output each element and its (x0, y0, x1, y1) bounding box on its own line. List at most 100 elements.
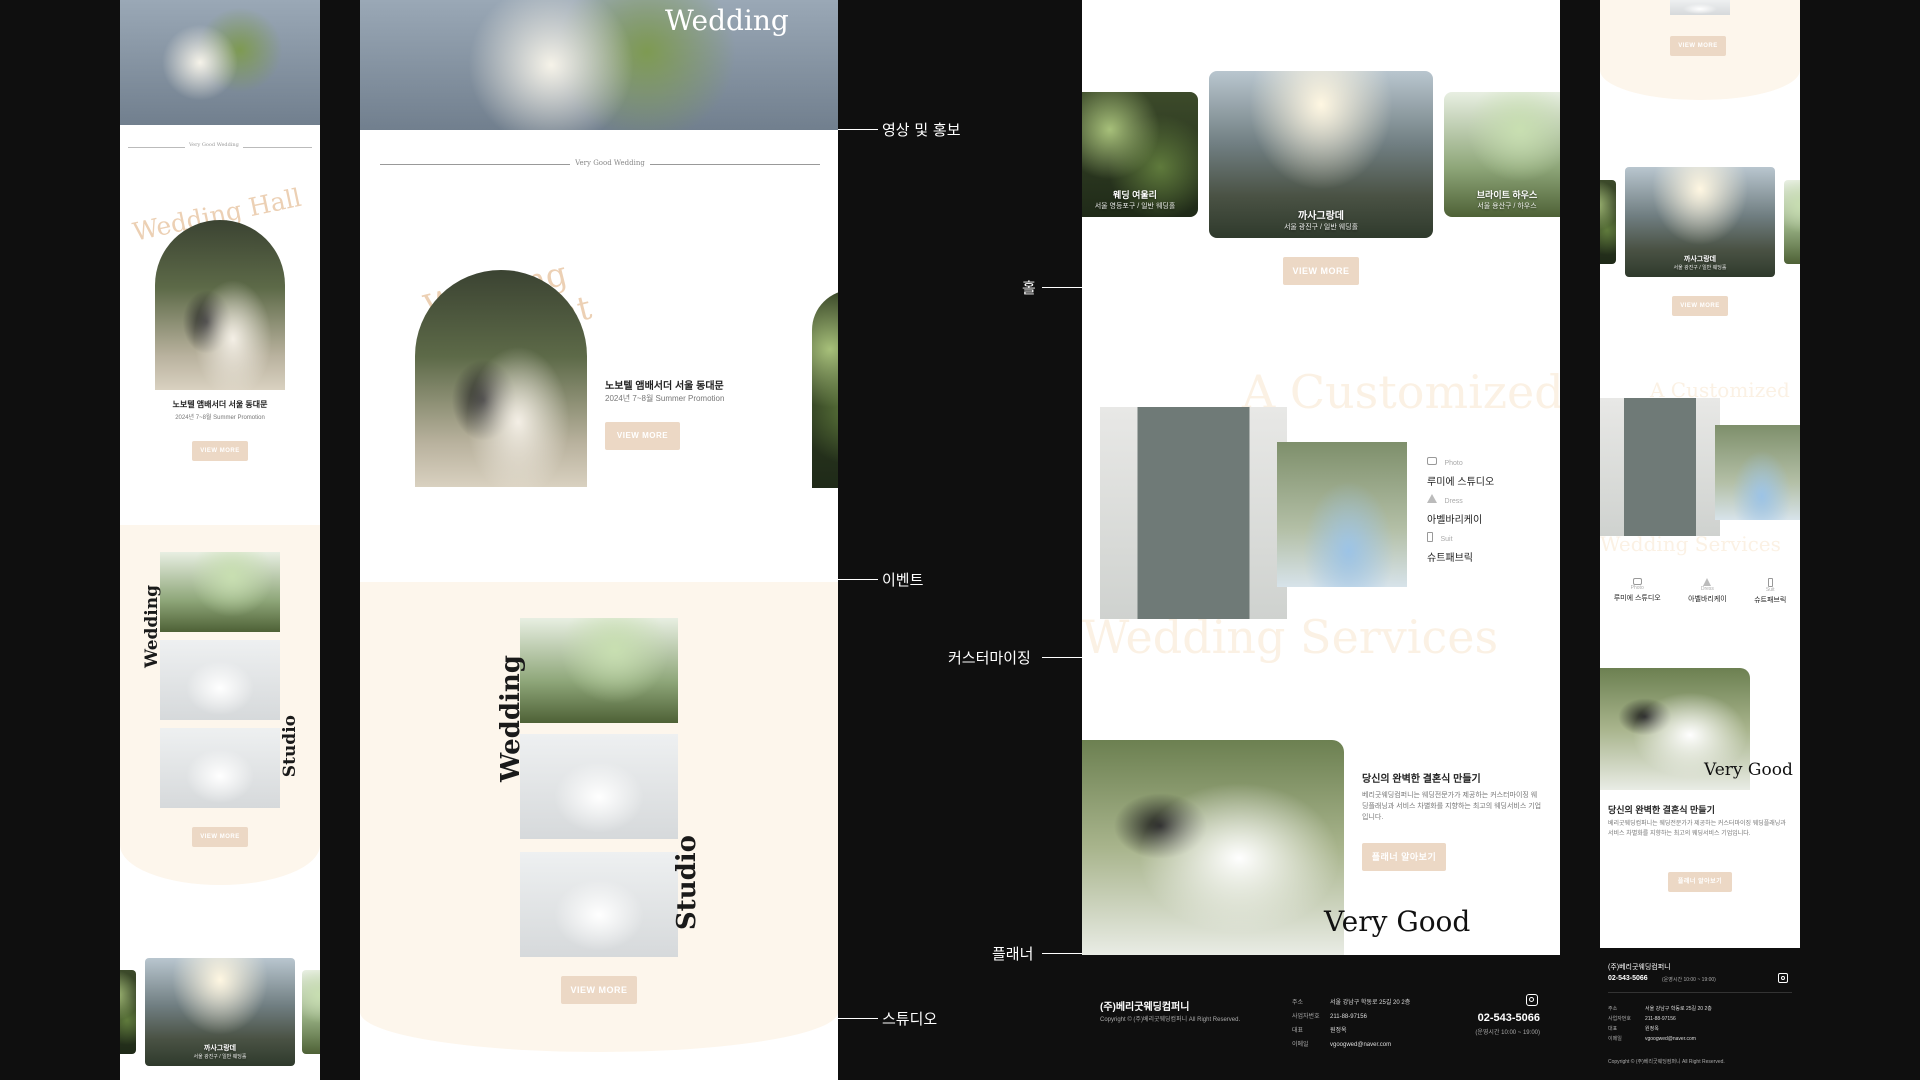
footer-val[interactable]: vgoogwed@naver.com (1330, 1042, 1391, 1048)
event-venue: 노보텔 앰배서더 서울 동대문 (172, 400, 268, 409)
event-view-more-button[interactable]: VIEW MORE (605, 422, 680, 450)
custom-item-dress[interactable]: Dress 아벨바리케이 (1688, 578, 1727, 605)
label-customizing: 커스터마이징 (948, 649, 1031, 667)
mobile-preview-right: VIEW MORE 까사그랑데 서울 광진구 / 일반 웨딩홀 VIEW MORE… (1600, 0, 1800, 1080)
planner-button[interactable]: 플래너 알아보기 (1668, 872, 1732, 892)
footer-copyright: Copyright © (주)베리굿웨딩컴퍼니 All Right Reserv… (1100, 1017, 1241, 1023)
footer-phone[interactable]: 02-543-5066 (1608, 975, 1648, 982)
studio-image-1 (520, 618, 678, 723)
event-view-more-button[interactable]: VIEW MORE (192, 441, 248, 461)
planner-overlay-text: Very Good (1324, 905, 1471, 938)
studio-image-peek (1670, 0, 1730, 15)
hero-title: Wedding (665, 4, 789, 37)
footer-val: 211-88-97156 (1645, 1016, 1676, 1022)
label-line-hall (1042, 287, 1082, 288)
custom-item-name: 루미에 스튜디오 (1613, 595, 1661, 602)
custom-image-1 (1600, 398, 1720, 536)
event-divider-left (380, 164, 570, 165)
studio-word-wedding: Wedding (496, 655, 526, 782)
studio-image-3 (520, 852, 678, 957)
planner-body: 베리굿웨딩컴퍼니는 웨딩전문가가 제공하는 커스터마이징 웨딩플래닝과 서비스 … (1362, 792, 1542, 821)
hall-view-more-button[interactable]: VIEW MORE (1283, 257, 1359, 285)
footer-val: 원정옥 (1330, 1028, 1347, 1034)
event-eyebrow: Very Good Wedding (575, 159, 645, 167)
planner-button[interactable]: 플래너 알아보기 (1362, 843, 1446, 871)
custom-items-row: Photo 루미에 스튜디오 Dress 아벨바리케이 Suit 슈트패브릭 (1600, 578, 1800, 605)
custom-bg-top: A Customized (1242, 365, 1560, 419)
custom-item-type: Dress (1444, 498, 1463, 505)
hall-view-more-button[interactable]: VIEW MORE (1672, 296, 1728, 316)
footer-val: 원정옥 (1645, 1026, 1659, 1032)
footer-company: (주)베리굿웨딩컴퍼니 (1608, 964, 1671, 971)
planner-image (1082, 740, 1344, 955)
footer-key: 이메일 (1292, 1042, 1309, 1048)
custom-item-name: 루미에 스튜디오 (1427, 477, 1495, 488)
footer-copyright: Copyright © (주)베리굿웨딩컴퍼니 All Right Reserv… (1608, 1059, 1725, 1065)
footer-key: 주소 (1292, 1000, 1304, 1006)
mobile-preview-left: Very Good Wedding Wedding Hall Event 노보텔… (120, 0, 320, 1080)
event-promo: 2024년 7~8월 Summer Promotion (175, 415, 265, 421)
camera-icon (1427, 456, 1437, 465)
instagram-icon[interactable] (1778, 973, 1788, 983)
event-eyebrow: Very Good Wedding (185, 142, 243, 148)
label-event: 이벤트 (882, 571, 924, 589)
footer-key: 이메일 (1608, 1036, 1622, 1042)
footer-key: 주소 (1608, 1006, 1618, 1012)
studio-view-more-button[interactable]: VIEW MORE (561, 976, 637, 1004)
custom-item-suit[interactable]: Suit 슈트패브릭 (1427, 528, 1473, 564)
custom-item-name: 슈트패브릭 (1427, 553, 1473, 564)
dress-icon (1703, 578, 1712, 586)
studio-image-1 (160, 552, 280, 632)
custom-item-type: Suit (1765, 587, 1775, 593)
label-line-studio (838, 1018, 878, 1019)
label-promo: 영상 및 홍보 (882, 121, 961, 139)
hall-card-main: 까사그랑데 서울 광진구 / 일반 웨딩홀 (1209, 71, 1433, 238)
event-divider-right (650, 164, 820, 165)
custom-item-type: Photo (1630, 585, 1644, 591)
suit-icon (1767, 578, 1773, 587)
suit-icon (1427, 531, 1433, 542)
label-hall: 홀 (1022, 279, 1036, 297)
custom-image-2 (1277, 442, 1407, 587)
studio-view-more-button[interactable]: VIEW MORE (192, 827, 248, 847)
event-image (155, 220, 285, 390)
dress-icon (1427, 494, 1437, 504)
hero-image (120, 0, 320, 125)
event-venue: 노보텔 앰배서더 서울 동대문 (605, 381, 724, 392)
footer-val: 서울 강남구 학동로 25길 20 2층 (1645, 1006, 1712, 1012)
custom-item-photo[interactable]: Photo 루미에 스튜디오 (1427, 452, 1494, 488)
footer-info: 주소 서울 강남구 학동로 25길 20 2층 사업자번호 211-88-97156… (1292, 996, 1410, 1052)
footer-phone[interactable]: 02-543-5066 (1478, 1012, 1540, 1024)
event-next-image (812, 290, 838, 488)
custom-item-suit[interactable]: Suit 슈트패브릭 (1754, 578, 1786, 605)
label-line-event (838, 579, 878, 580)
studio-image-3 (160, 728, 280, 808)
footer-divider (1608, 992, 1792, 993)
studio-image-2 (160, 640, 280, 720)
footer-val[interactable]: vgoogwed@naver.com (1645, 1036, 1696, 1042)
hall-card-right (302, 970, 320, 1054)
custom-item-name: 슈트패브릭 (1754, 597, 1787, 604)
studio-word-studio: Studio (280, 715, 300, 778)
instagram-icon[interactable] (1526, 994, 1538, 1006)
tablet-preview-event: Wedding Very Good Wedding Wedding Hall E… (360, 0, 838, 1080)
footer-val: 211-88-97156 (1330, 1014, 1367, 1020)
studio-view-more-button[interactable]: VIEW MORE (1670, 36, 1726, 56)
hall-card-left (1600, 180, 1616, 264)
custom-item-type: Suit (1440, 536, 1453, 543)
hall-card-main: 까사그랑데 서울 광진구 / 일반 웨딩홀 (1625, 167, 1775, 277)
footer-key: 대표 (1608, 1026, 1618, 1032)
studio-word-studio: Studio (672, 835, 702, 931)
footer-key: 사업자번호 (1292, 1014, 1320, 1020)
custom-item-photo[interactable]: Photo 루미에 스튜디오 (1614, 578, 1661, 605)
hall-card-left (120, 970, 136, 1054)
studio-word-wedding: Wedding (142, 585, 162, 668)
planner-overlay-text: Very Good (1704, 760, 1793, 780)
custom-item-dress[interactable]: Dress 아벨바리케이 (1427, 490, 1482, 526)
label-planner: 플래너 (992, 945, 1034, 963)
custom-item-name: 아벨바리케이 (1427, 515, 1483, 526)
custom-image-2 (1715, 425, 1800, 520)
footer-company: (주)베리굿웨딩컴퍼니 (1100, 1002, 1190, 1013)
camera-icon (1632, 578, 1642, 585)
footer-info: 주소 서울 강남구 학동로 25길 20 2층 사업자번호 211-88-97156… (1608, 1004, 1712, 1044)
